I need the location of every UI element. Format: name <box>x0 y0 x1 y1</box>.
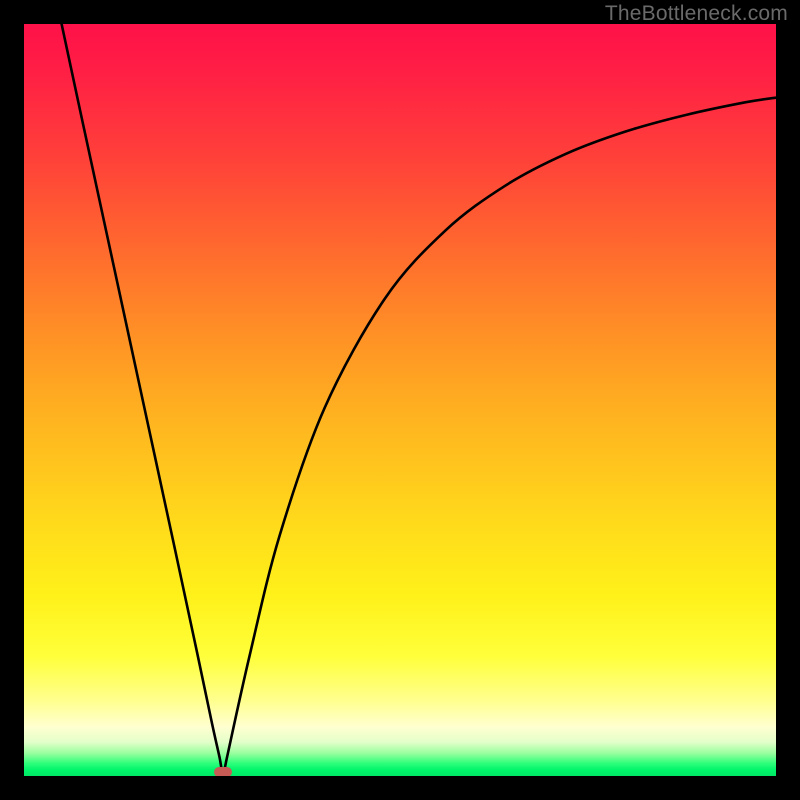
plot-area <box>24 24 776 776</box>
bottleneck-curve <box>24 24 776 776</box>
minimum-marker <box>214 767 232 776</box>
chart-container: TheBottleneck.com <box>0 0 800 800</box>
watermark-text: TheBottleneck.com <box>605 2 788 26</box>
